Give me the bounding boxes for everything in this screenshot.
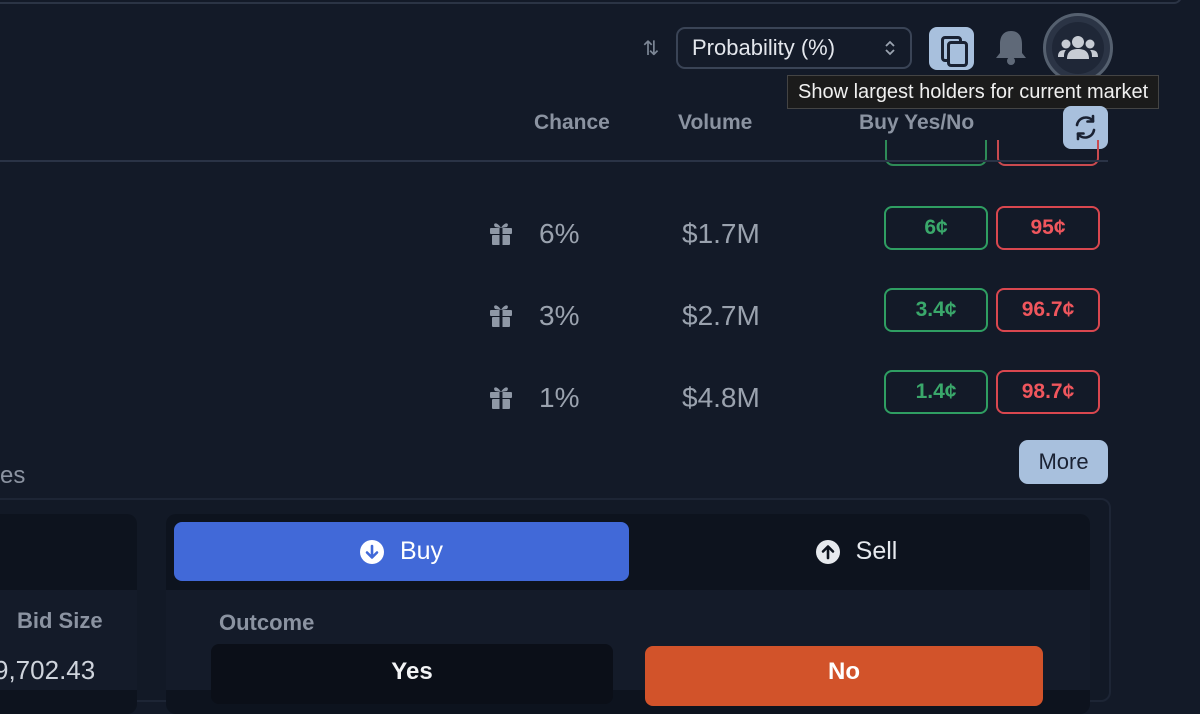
column-header-buy: Buy Yes/No [859,111,975,134]
buy-no-button[interactable]: 96.7¢ [996,288,1100,332]
previous-row-yes-button[interactable] [885,140,987,166]
gift-icon[interactable] [489,302,513,328]
section-heading-fragment: es [0,462,26,489]
tab-sell[interactable]: Sell [629,522,1084,581]
table-row: 6% $1.7M 6¢ 95¢ [0,206,1110,266]
row-volume: $4.8M [682,382,760,413]
chevron-updown-icon [884,39,896,57]
column-header-volume: Volume [678,111,753,134]
row-chance: 6% [539,218,580,249]
arrow-down-circle-icon [359,539,384,564]
buy-yes-button[interactable]: 3.4¢ [884,288,988,332]
bid-size-value: 9,702.43 [0,655,96,685]
sort-select[interactable]: Probability (%) [676,27,912,69]
column-header-chance: Chance [534,111,610,134]
tab-sell-label: Sell [855,537,898,565]
buy-yes-button[interactable]: 6¢ [884,206,988,250]
bell-icon[interactable] [992,27,1030,67]
copy-icon-front [947,41,968,67]
row-chance: 3% [539,300,580,331]
buy-no-button[interactable]: 98.7¢ [996,370,1100,414]
sort-select-value: Probability (%) [692,35,836,60]
previous-row-no-button[interactable] [997,140,1099,166]
buy-yes-button[interactable]: 1.4¢ [884,370,988,414]
row-chance: 1% [539,382,580,413]
table-row: 3% $2.7M 3.4¢ 96.7¢ [0,288,1110,348]
bid-size-header: Bid Size [17,608,103,633]
users-group-icon [1052,22,1104,74]
outcome-no-button[interactable]: No [645,646,1043,706]
row-volume: $1.7M [682,218,760,249]
largest-holders-button[interactable] [1043,13,1113,83]
gift-icon[interactable] [489,384,513,410]
search-bar-edge [0,0,1182,4]
outcome-label: Outcome [219,610,315,635]
outcome-yes-button[interactable]: Yes [211,644,613,704]
tooltip: Show largest holders for current market [787,75,1160,109]
sort-arrows-icon[interactable]: ⇅ [638,36,664,62]
buy-no-button[interactable]: 95¢ [996,206,1100,250]
tab-buy-label: Buy [399,537,444,565]
copy-button[interactable] [929,27,974,70]
gift-icon[interactable] [489,220,513,246]
row-volume: $2.7M [682,300,760,331]
table-row: 1% $4.8M 1.4¢ 98.7¢ [0,370,1110,430]
arrow-up-circle-icon [815,539,840,564]
tab-buy[interactable]: Buy [174,522,629,581]
more-button[interactable]: More [1019,440,1108,484]
header-divider [0,160,1108,162]
